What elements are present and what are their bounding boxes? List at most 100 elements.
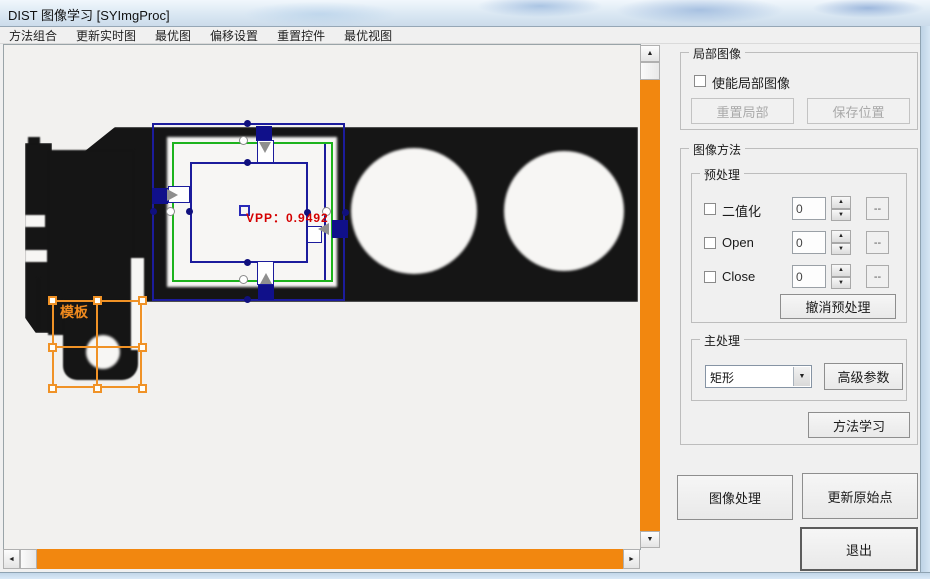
menu-reset-controls[interactable]: 重置控件	[277, 27, 325, 44]
part-notch-2	[25, 250, 47, 262]
roi-node-dot[interactable]	[150, 208, 157, 215]
enable-local-image-label: 使能局部图像	[712, 73, 790, 92]
vertical-scrollbar[interactable]: ▲ ▼	[640, 45, 662, 548]
shape-select[interactable]: 矩形 ▼	[705, 365, 812, 388]
roi-anchor-dot[interactable]	[239, 275, 248, 284]
close-checkbox[interactable]	[704, 271, 716, 283]
vertical-scroll-thumb[interactable]	[640, 62, 660, 80]
spinner-up-icon[interactable]: ▲	[831, 264, 851, 277]
window-bottom-border	[0, 572, 930, 579]
binarize-aux-box: --	[866, 197, 889, 220]
binarize-label: 二值化	[722, 201, 761, 220]
horizontal-scroll-track[interactable]	[37, 549, 623, 569]
window-right-border	[920, 26, 930, 579]
roi-node-dot[interactable]	[244, 159, 251, 166]
scroll-down-icon: ▼	[647, 536, 654, 543]
spinner-up-icon[interactable]: ▲	[831, 196, 851, 209]
roi-node-dot[interactable]	[244, 259, 251, 266]
template-handle[interactable]	[93, 384, 102, 393]
scroll-down-button[interactable]: ▼	[640, 531, 660, 548]
template-handle[interactable]	[138, 296, 147, 305]
vertical-scroll-track[interactable]	[640, 80, 660, 531]
roi-anchor-dot[interactable]	[166, 207, 175, 216]
horizontal-scrollbar[interactable]: ◄ ►	[3, 549, 640, 571]
template-handle[interactable]	[48, 296, 57, 305]
main-process-group-title: 主处理	[700, 332, 744, 349]
caliper-handle-bottom[interactable]	[258, 285, 274, 300]
control-panel: 局部图像 使能局部图像 重置局部 保存位置 图像方法 预处理 二值化 ▲ ▼ -…	[666, 45, 918, 575]
open-spinner: ▲ ▼	[831, 230, 851, 255]
roi-node-dot[interactable]	[342, 209, 349, 216]
main-process-group: 主处理 矩形 ▼ 高级参数	[691, 339, 907, 401]
menu-update-live-image[interactable]: 更新实时图	[76, 27, 136, 44]
menu-bar: 方法组合 更新实时图 最优图 偏移设置 重置控件 最优视图	[0, 27, 930, 44]
spinner-down-icon[interactable]: ▼	[831, 243, 851, 256]
enable-local-image-checkbox[interactable]	[694, 75, 706, 87]
template-handle[interactable]	[138, 343, 147, 352]
close-label: Close	[722, 269, 755, 284]
template-cross-horizontal	[52, 346, 142, 348]
scroll-right-icon: ►	[628, 556, 635, 563]
caliper-handle-right[interactable]	[332, 220, 348, 238]
binarize-spinner: ▲ ▼	[831, 196, 851, 221]
part-notch-1	[25, 215, 45, 227]
preprocess-group: 预处理 二值化 ▲ ▼ -- Open ▲ ▼ --	[691, 173, 907, 323]
open-checkbox[interactable]	[704, 237, 716, 249]
local-image-group-title: 局部图像	[689, 45, 745, 62]
menu-offset-settings[interactable]: 偏移设置	[210, 27, 258, 44]
open-label: Open	[722, 235, 754, 250]
undo-preprocess-button[interactable]: 撤消预处理	[780, 294, 896, 319]
scroll-up-button[interactable]: ▲	[640, 45, 660, 62]
dropdown-arrow-icon[interactable]: ▼	[793, 367, 810, 386]
caliper-arrow-up-icon	[260, 273, 272, 284]
roi-anchor-dot[interactable]	[239, 136, 248, 145]
spinner-down-icon[interactable]: ▼	[831, 277, 851, 290]
open-value-input[interactable]	[792, 231, 826, 254]
update-origin-button[interactable]: 更新原始点	[802, 473, 918, 519]
vpp-score-label: VPP：0.9492	[246, 209, 329, 226]
preprocess-group-title: 预处理	[700, 166, 744, 183]
camera-image-viewport[interactable]: VPP：0.9492 模板	[3, 44, 641, 550]
image-method-group-title: 图像方法	[689, 141, 745, 158]
menu-best-image[interactable]: 最优图	[155, 27, 191, 44]
binarize-checkbox[interactable]	[704, 203, 716, 215]
close-spinner: ▲ ▼	[831, 264, 851, 289]
local-image-group: 局部图像 使能局部图像 重置局部 保存位置	[680, 52, 918, 130]
image-process-button[interactable]: 图像处理	[677, 475, 793, 520]
template-handle[interactable]	[138, 384, 147, 393]
template-handle[interactable]	[48, 343, 57, 352]
spinner-up-icon[interactable]: ▲	[831, 230, 851, 243]
menu-method-combo[interactable]: 方法组合	[9, 27, 57, 44]
close-aux-box: --	[866, 265, 889, 288]
template-label: 模板	[60, 302, 88, 322]
shape-select-value: 矩形	[710, 369, 734, 386]
caliper-handle-top[interactable]	[256, 126, 272, 141]
scroll-right-button[interactable]: ►	[623, 549, 640, 569]
spinner-down-icon[interactable]: ▼	[831, 209, 851, 222]
title-bar: DIST 图像学习 [SYImgProc]	[0, 0, 930, 27]
roi-node-dot[interactable]	[244, 120, 251, 127]
binarize-value-input[interactable]	[792, 197, 826, 220]
reset-local-button[interactable]: 重置局部	[691, 98, 794, 124]
caliper-arrow-down-icon	[259, 142, 271, 153]
window-title: DIST 图像学习 [SYImgProc]	[8, 5, 170, 24]
save-position-button[interactable]: 保存位置	[807, 98, 910, 124]
scroll-left-button[interactable]: ◄	[3, 549, 20, 569]
caliper-arrow-right-icon	[167, 189, 178, 201]
roi-node-dot[interactable]	[244, 296, 251, 303]
app-window: DIST 图像学习 [SYImgProc] 方法组合 更新实时图 最优图 偏移设…	[0, 0, 930, 579]
close-value-input[interactable]	[792, 265, 826, 288]
template-handle[interactable]	[48, 384, 57, 393]
advanced-params-button[interactable]: 高级参数	[824, 363, 903, 390]
roi-node-dot[interactable]	[186, 208, 193, 215]
template-cross-vertical	[96, 300, 98, 388]
open-aux-box: --	[866, 231, 889, 254]
exit-button[interactable]: 退出	[800, 527, 918, 571]
menu-best-view[interactable]: 最优视图	[344, 27, 392, 44]
method-learn-button[interactable]: 方法学习	[808, 412, 910, 438]
part-silhouette-needle	[37, 278, 40, 330]
caliper-handle-left[interactable]	[152, 188, 168, 204]
scroll-up-icon: ▲	[647, 50, 654, 57]
template-handle[interactable]	[93, 296, 102, 305]
horizontal-scroll-thumb[interactable]	[20, 549, 37, 569]
